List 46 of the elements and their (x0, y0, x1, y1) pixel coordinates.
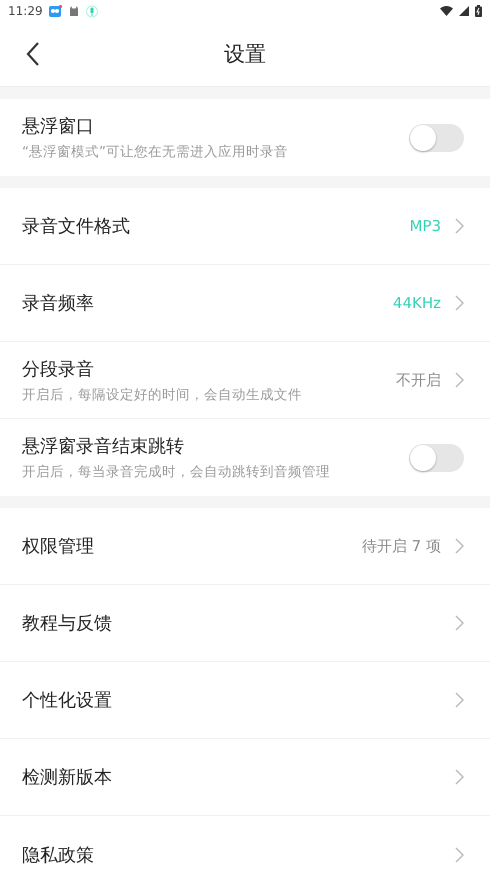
settings-row[interactable]: 隐私政策 (0, 816, 490, 871)
setting-value: 不开启 (396, 370, 441, 390)
toggle-switch[interactable] (409, 444, 464, 472)
chevron-icon (455, 692, 464, 708)
setting-title: 悬浮窗口 (22, 115, 95, 138)
settings-row[interactable]: 个性化设置 (0, 662, 490, 739)
setting-description: “悬浮窗模式”可让您在无需进入应用时录音 (22, 143, 289, 161)
status-time: 11:29 (8, 4, 43, 18)
chevron-icon (455, 846, 464, 862)
android-icon (68, 5, 80, 17)
settings-row[interactable]: 悬浮窗录音结束跳转 开启后，每当录音完成时，会自动跳转到音频管理 (0, 419, 490, 496)
settings-row[interactable]: 权限管理 待开启 7 项 (0, 508, 490, 585)
wifi-icon (440, 6, 453, 16)
settings-row[interactable]: 录音文件格式 MP3 (0, 188, 490, 265)
setting-value: 44KHz (392, 294, 441, 312)
setting-title: 悬浮窗录音结束跳转 (22, 435, 185, 458)
microphone-icon (86, 4, 98, 18)
page-title: 设置 (224, 41, 266, 68)
app-notification-icon (48, 4, 62, 18)
settings-row[interactable]: 分段录音 开启后，每隔设定好的时间，会自动生成文件 不开启 (0, 342, 490, 419)
settings-row[interactable]: 录音频率 44KHz (0, 265, 490, 342)
setting-title: 录音文件格式 (22, 215, 131, 238)
back-button[interactable] (26, 41, 40, 67)
chevron-icon (455, 615, 464, 631)
chevron-icon (455, 769, 464, 785)
chevron-icon (455, 295, 464, 311)
setting-title: 隐私政策 (22, 844, 95, 866)
chevron-icon (455, 538, 464, 554)
settings-row[interactable]: 检测新版本 (0, 739, 490, 816)
settings-row[interactable]: 悬浮窗口 “悬浮窗模式”可让您在无需进入应用时录音 (0, 99, 490, 176)
setting-title: 录音频率 (22, 292, 95, 315)
battery-icon (475, 5, 482, 17)
settings-row[interactable]: 教程与反馈 (0, 585, 490, 662)
setting-description: 开启后，每当录音完成时，会自动跳转到音频管理 (22, 463, 331, 481)
setting-description: 开启后，每隔设定好的时间，会自动生成文件 (22, 386, 303, 404)
signal-icon (459, 6, 469, 16)
setting-value: MP3 (409, 217, 441, 235)
setting-title: 个性化设置 (22, 689, 113, 712)
setting-title: 权限管理 (22, 535, 95, 558)
setting-title: 检测新版本 (22, 766, 113, 789)
toggle-switch[interactable] (409, 124, 464, 152)
chevron-icon (455, 218, 464, 234)
setting-title: 分段录音 (22, 358, 95, 380)
chevron-icon (455, 372, 464, 388)
setting-value: 待开启 7 项 (362, 536, 441, 556)
setting-title: 教程与反馈 (22, 612, 113, 635)
